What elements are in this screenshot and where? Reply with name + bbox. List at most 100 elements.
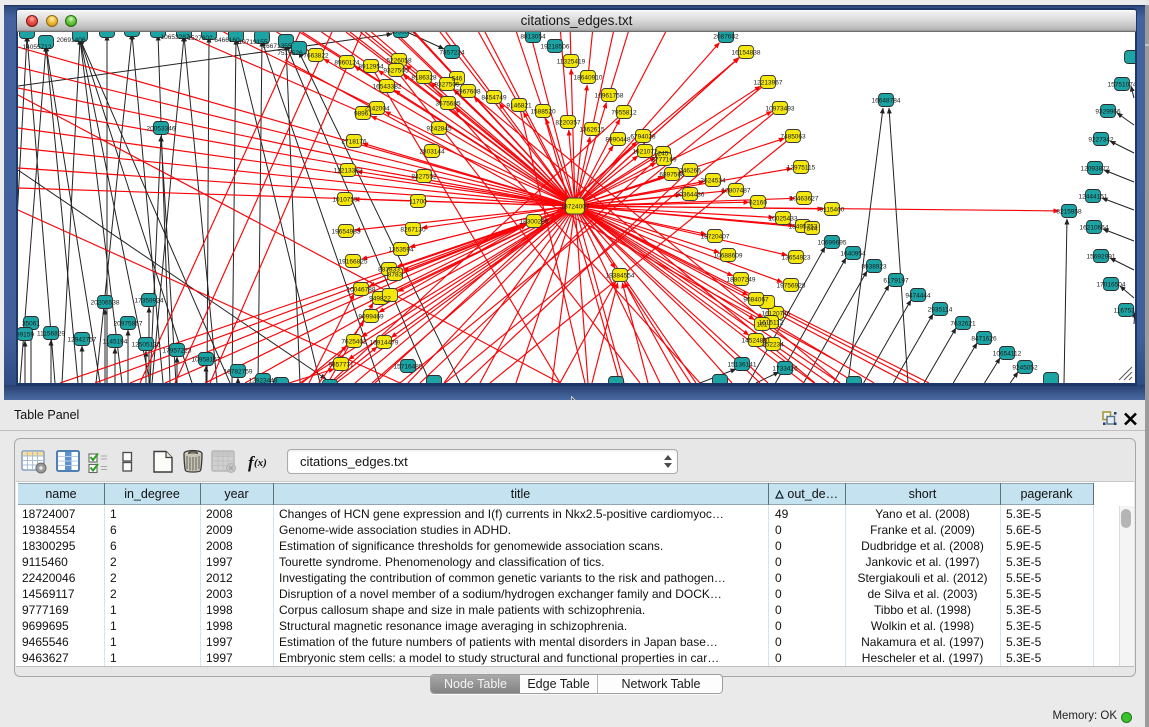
svg-text:16543382: 16543382 [373,84,402,91]
svg-text:19166825: 19166825 [339,259,368,266]
svg-text:2087682: 2087682 [713,34,739,41]
svg-text:8220357: 8220357 [555,120,581,127]
svg-text:7857224: 7857224 [439,50,465,57]
svg-text:19654983: 19654983 [332,229,361,236]
svg-text:8471626: 8471626 [971,336,997,343]
svg-text:(x): (x) [254,457,267,469]
svg-text:19756928: 19756928 [777,283,806,290]
svg-text:15720407: 15720407 [701,234,730,241]
svg-text:9099469: 9099469 [358,314,384,321]
svg-text:12093872: 12093872 [1081,166,1110,173]
svg-text:6897568: 6897568 [659,172,685,179]
svg-text:19384554: 19384554 [606,273,635,280]
svg-text:1362615: 1362615 [579,127,605,134]
svg-text:9327505: 9327505 [434,82,460,89]
svg-text:10973493: 10973493 [766,106,795,113]
svg-text:1588520: 1588520 [530,109,556,116]
svg-text:1621072: 1621072 [632,149,658,156]
svg-text:9227342: 9227342 [1088,137,1114,144]
svg-text:16033809: 16033809 [387,32,416,36]
svg-text:16120746: 16120746 [762,311,791,318]
svg-text:15716485: 15716485 [394,364,423,371]
svg-text:1640954: 1640954 [840,251,866,258]
svg-text:10958167: 10958167 [192,357,221,364]
svg-text:2718176: 2718176 [341,139,367,146]
svg-text:15692991: 15692991 [1087,254,1116,261]
svg-text:18724007: 18724007 [561,204,590,211]
svg-text:8912954: 8912954 [358,64,384,71]
svg-text:16210664: 16210664 [1080,225,1109,232]
svg-text:1353594: 1353594 [388,247,414,254]
svg-text:17016504: 17016504 [1097,282,1126,289]
svg-text:1145194: 1145194 [103,339,128,346]
svg-text:6794028: 6794028 [630,134,656,141]
svg-text:9084067: 9084067 [743,297,769,304]
svg-text:10654112: 10654112 [993,351,1022,358]
svg-text:16782759: 16782759 [224,369,253,376]
svg-text:161: 161 [757,322,768,329]
svg-text:12942757: 12942757 [68,337,97,344]
svg-text:12213382: 12213382 [334,168,363,175]
svg-text:2967608: 2967608 [455,89,481,96]
svg-text:18300295: 18300295 [520,219,549,226]
svg-text:8186328: 8186328 [411,75,437,82]
svg-text:8267130: 8267130 [400,227,426,234]
svg-text:1010755: 1010755 [332,197,358,204]
svg-text:9327505: 9327505 [383,68,409,75]
svg-text:9242845: 9242845 [426,126,452,133]
svg-text:9146821: 9146821 [506,103,532,110]
svg-text:7515526: 7515526 [277,50,303,57]
svg-text:17957223: 17957223 [163,348,192,355]
svg-text:16648784: 16648784 [872,98,901,105]
svg-text:13654923: 13654923 [782,255,811,262]
svg-text:20975867: 20975867 [114,321,143,328]
svg-text:8215958: 8215958 [1056,209,1082,216]
svg-text:19218506: 19218506 [541,44,570,51]
svg-text:8938923: 8938923 [861,264,887,271]
svg-text:7955812: 7955812 [611,110,637,117]
svg-text:1527602: 1527602 [187,35,213,42]
svg-text:6466160: 6466160 [214,37,240,44]
svg-text:12923448: 12923448 [249,378,278,384]
svg-text:16961758: 16961758 [595,93,624,100]
svg-text:12975115: 12975115 [787,165,816,172]
svg-text:16154838: 16154838 [732,50,761,57]
svg-text:5226058: 5226058 [386,58,412,65]
svg-text:8813054: 8813054 [520,34,546,41]
svg-text:10653287: 10653287 [161,34,190,41]
svg-text:8454749: 8454749 [481,95,507,102]
svg-text:10688609: 10688609 [714,253,743,260]
svg-text:11325419: 11325419 [557,59,586,66]
svg-text:7625402: 7625402 [341,339,367,346]
svg-text:9329966: 9329966 [1095,109,1121,116]
svg-text:3675685: 3675685 [435,101,461,108]
svg-text:252234: 252234 [762,342,784,349]
svg-text:39159: 39159 [18,332,34,339]
svg-text:9777169: 9777169 [651,157,677,164]
svg-text:15136141: 15136141 [728,362,757,369]
svg-text:10807487: 10807487 [722,188,751,195]
svg-text:14055712: 14055712 [23,44,52,51]
svg-text:10046788: 10046788 [347,287,376,294]
svg-text:62160: 62160 [749,200,767,207]
svg-text:9245052: 9245052 [1012,365,1038,372]
svg-text:7632621: 7632621 [950,321,976,328]
svg-text:20691406: 20691406 [57,37,86,44]
svg-text:15751074: 15751074 [1108,82,1135,89]
svg-text:10699695: 10699695 [818,240,847,247]
svg-text:12213967: 12213967 [754,80,783,87]
svg-text:949822: 949822 [369,296,391,303]
svg-text:20053346: 20053346 [147,126,176,133]
svg-text:1733426: 1733426 [772,366,798,373]
svg-text:16671355: 16671355 [263,43,292,50]
svg-text:2803144: 2803144 [419,149,445,156]
svg-text:12444151: 12444151 [1079,194,1108,201]
svg-text:844: 844 [807,226,818,233]
svg-text:11156829: 11156829 [37,331,65,338]
svg-text:9857771: 9857771 [328,362,354,369]
svg-text:20206538: 20206538 [91,300,120,307]
svg-text:17359924: 17359924 [135,298,164,305]
svg-text:7485063: 7485063 [780,134,806,141]
svg-text:11700: 11700 [409,199,427,206]
svg-text:16914479: 16914479 [370,340,399,347]
